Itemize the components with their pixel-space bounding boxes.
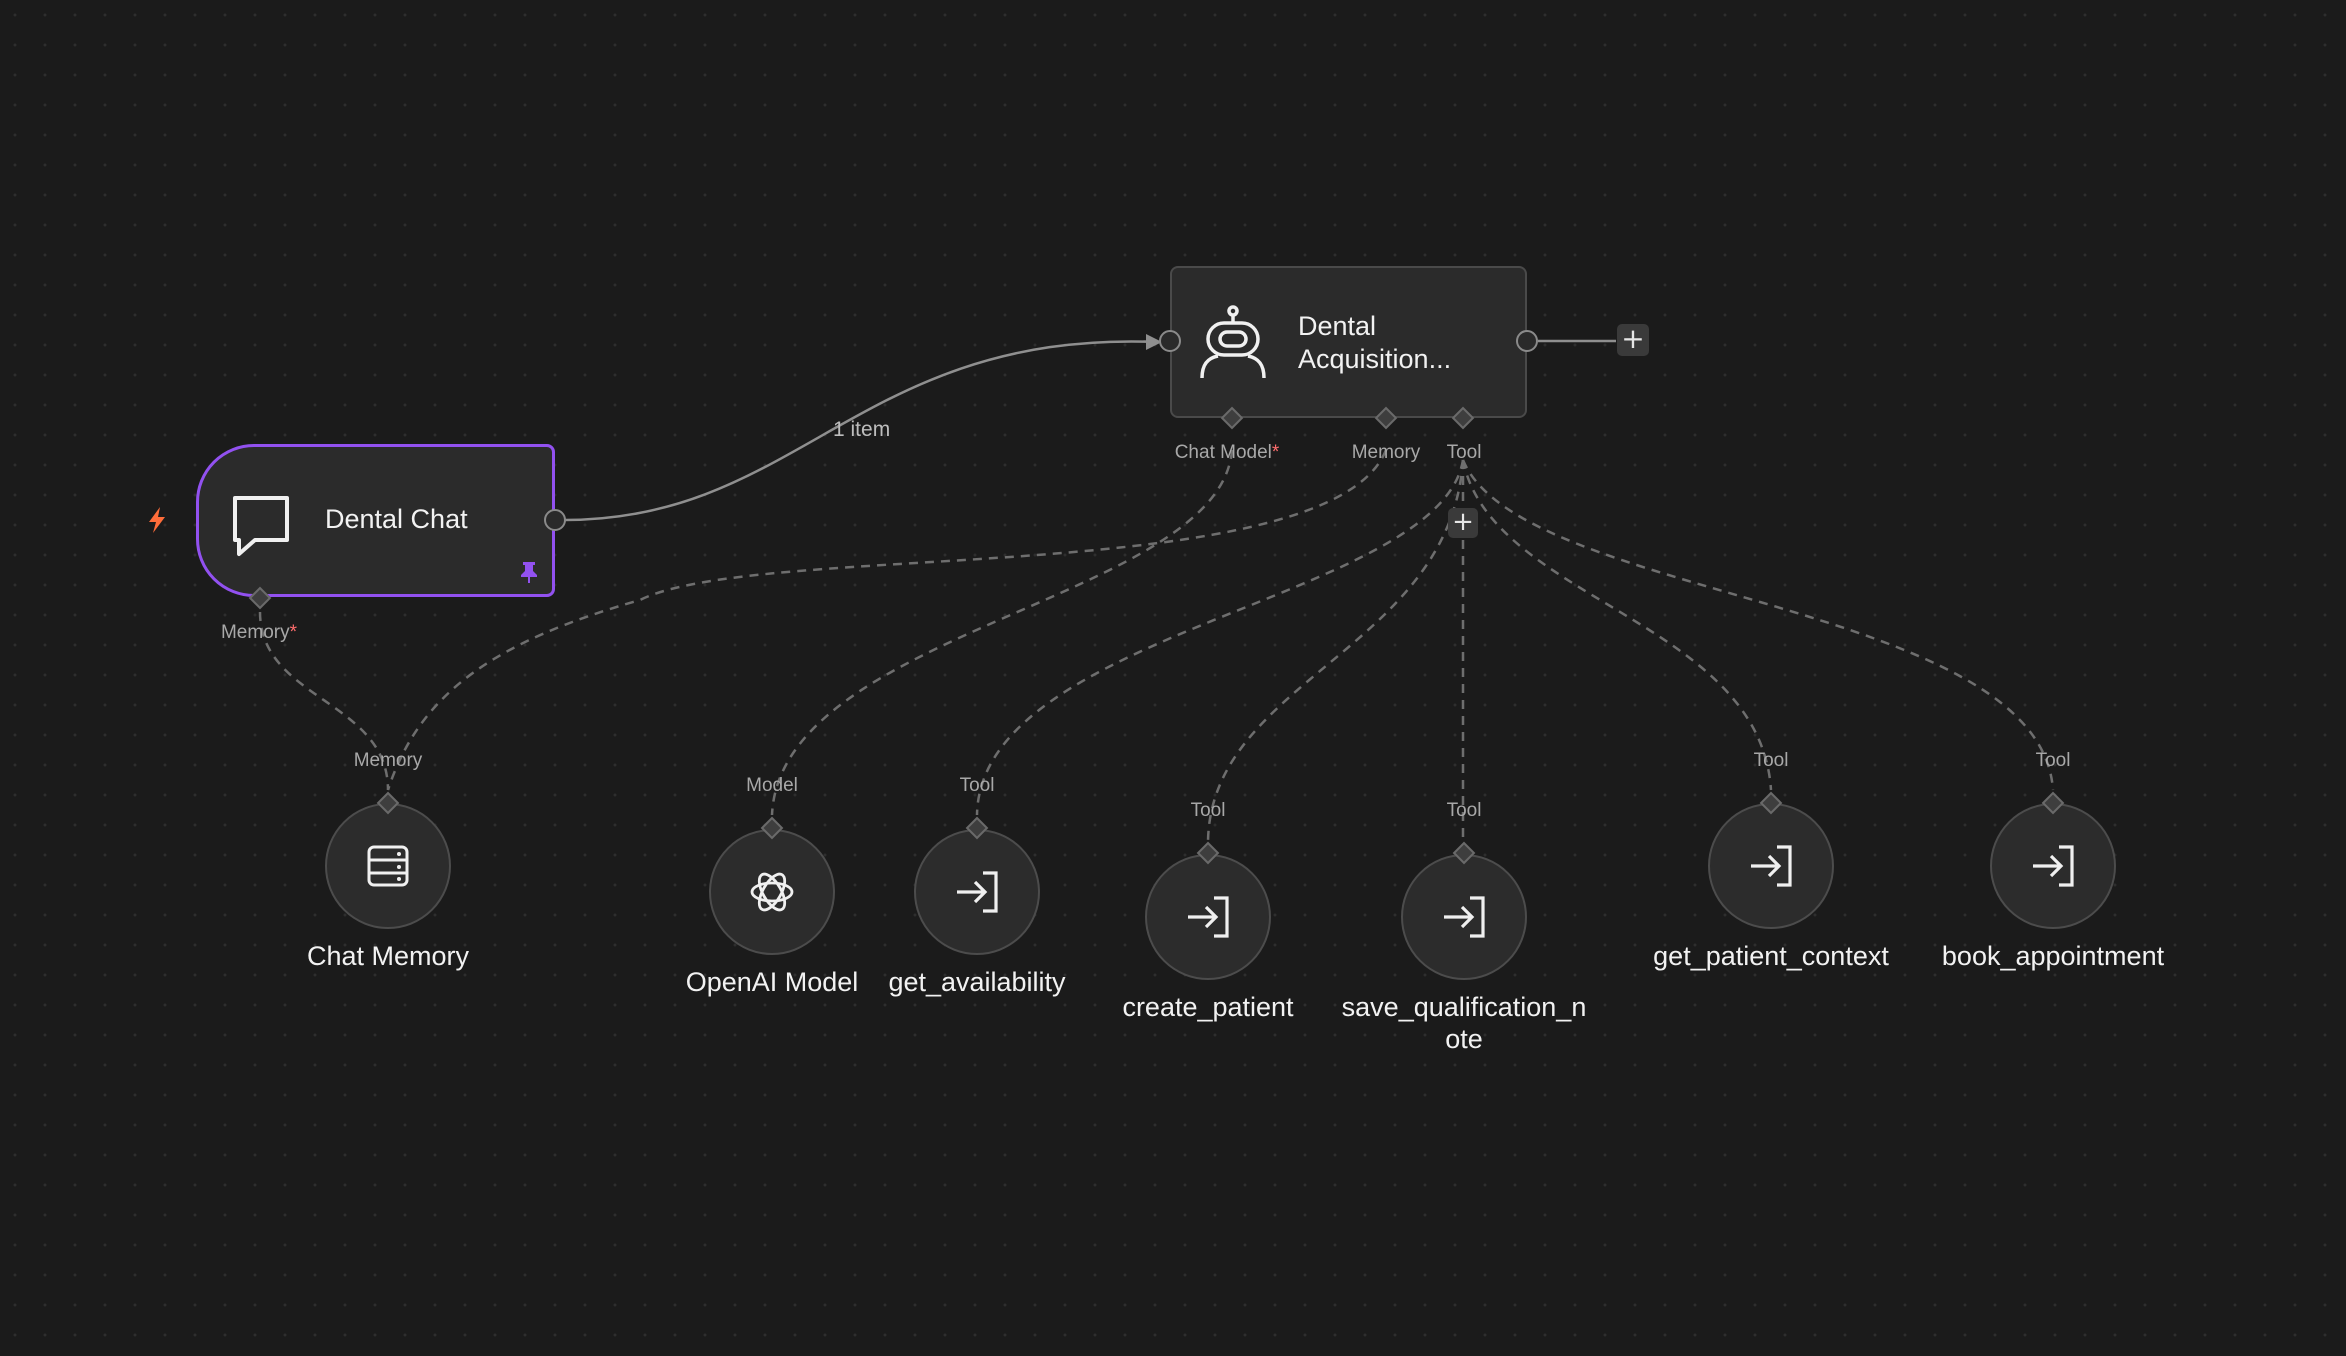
trigger-memory-port-label: Memory* — [220, 622, 298, 643]
openai-model-node[interactable] — [709, 829, 835, 955]
chat-memory-name: Chat Memory — [306, 941, 470, 971]
get-patient-context-name: get_patient_context — [1653, 941, 1889, 971]
get-availability-name: get_availability — [888, 967, 1066, 997]
save-qualification-note-node[interactable] — [1401, 854, 1527, 980]
create-patient-node[interactable] — [1145, 854, 1271, 980]
add-tool-button[interactable]: + — [1448, 508, 1478, 538]
chat-bubble-icon — [233, 496, 289, 556]
create-patient-name: create_patient — [1122, 992, 1294, 1022]
tool-arrow-icon — [2033, 845, 2074, 887]
sub-node-port-label: Tool — [1190, 800, 1226, 821]
sub-node-port-label: Tool — [1753, 750, 1789, 771]
openai-model-name: OpenAI Model — [685, 967, 859, 997]
sub-node-port-label: Memory — [353, 750, 423, 771]
chat-model-port-label: Chat Model* — [1174, 442, 1280, 463]
database-icon — [367, 845, 409, 887]
edge-item-count: 1 item — [833, 418, 891, 441]
add-next-node-button[interactable]: + — [1617, 324, 1649, 356]
sub-node-port-label: Tool — [1446, 800, 1482, 821]
tool-port-label: Tool — [1446, 442, 1482, 463]
agent-input-port[interactable] — [1159, 330, 1181, 352]
openai-icon — [750, 872, 794, 912]
get-patient-context-node[interactable] — [1708, 803, 1834, 929]
memory-port-label: Memory — [1351, 442, 1421, 463]
agent-node-title: Dental Acquisition... — [1298, 311, 1452, 374]
connections-layer — [258, 334, 2055, 843]
agent-model-connection — [770, 449, 1234, 816]
save-qualification-note-name: save_qualification_n ote — [1341, 992, 1587, 1054]
tool-arrow-icon — [1188, 896, 1229, 938]
sub-node-port-label: Tool — [959, 775, 995, 796]
tool-arrow-icon — [1444, 896, 1485, 938]
pin-icon — [521, 562, 537, 583]
tool-get-availability-connection — [975, 459, 1465, 816]
trigger-node[interactable]: Dental Chat — [196, 444, 555, 597]
trigger-node-title: Dental Chat — [325, 504, 468, 534]
trigger-output-port[interactable] — [544, 509, 566, 531]
workflow-canvas[interactable]: 1 item Dental Acquisition... + Chat Mode… — [0, 0, 2346, 1356]
robot-icon — [1200, 305, 1266, 379]
sub-node-port-label: Tool — [2035, 750, 2071, 771]
sub-node-port-label: Model — [746, 775, 798, 796]
tool-arrow-icon — [1751, 845, 1792, 887]
agent-node[interactable]: Dental Acquisition... — [1170, 266, 1527, 418]
get-availability-node[interactable] — [914, 829, 1040, 955]
chat-memory-node[interactable] — [325, 803, 451, 929]
lightning-bolt-icon — [149, 507, 165, 533]
agent-output-port[interactable] — [1516, 330, 1538, 352]
book-appointment-node[interactable] — [1990, 803, 2116, 929]
book-appointment-name: book_appointment — [1941, 941, 2165, 971]
tool-arrow-icon — [957, 871, 998, 913]
